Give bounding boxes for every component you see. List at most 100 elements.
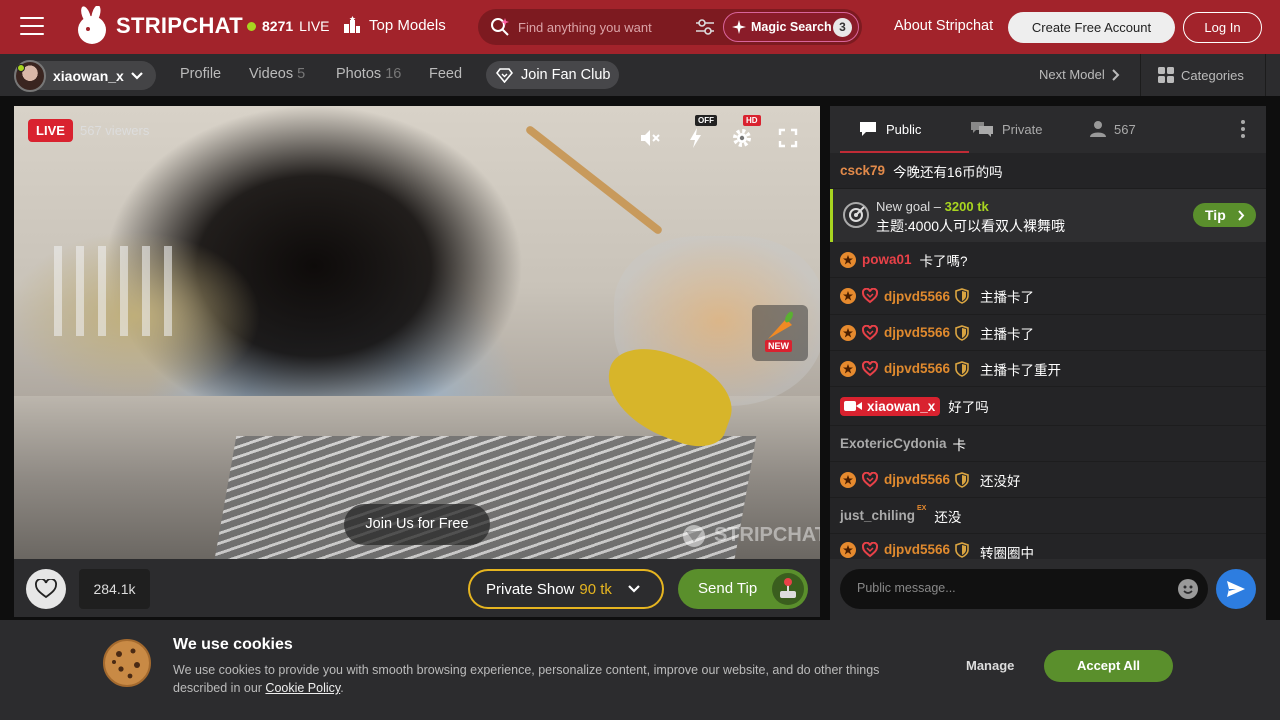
lightning-icon[interactable] (684, 126, 708, 150)
private-show-button[interactable]: Private Show 90 tk (468, 569, 664, 609)
chat-message: just_chiling EX 还没 (830, 498, 1266, 534)
chat-message: djpvd5566 还没好 (830, 462, 1266, 498)
live-badge: LIVE (28, 119, 73, 142)
video-player[interactable]: LIVE 567 viewers OFF HD NEW Join Us for … (14, 106, 820, 559)
chat-message: ExotericCydonia 卡 (830, 426, 1266, 462)
cookie-policy-link[interactable]: Cookie Policy (265, 681, 340, 695)
chat-tab-users[interactable]: 567 (1090, 120, 1136, 138)
next-model-button[interactable]: Next Model (1039, 67, 1120, 82)
tab-photos[interactable]: Photos 16 (336, 66, 401, 82)
camera-icon (844, 401, 862, 411)
create-account-button[interactable]: Create Free Account (1008, 12, 1175, 43)
chevron-right-icon (1238, 210, 1245, 221)
menu-icon[interactable] (20, 17, 44, 37)
live-count[interactable]: 8271 LIVE (247, 18, 330, 34)
chat-text: 今晚还有16币的吗 (893, 164, 1003, 180)
shield-icon (955, 324, 969, 341)
join-fan-club-button[interactable]: Join Fan Club (486, 61, 619, 89)
chat-username[interactable]: powa01 (862, 252, 912, 267)
private-show-label: Private Show (486, 580, 575, 598)
chevron-right-icon (1112, 68, 1120, 81)
heart-icon (35, 579, 57, 599)
goal-label: New goal – (876, 199, 942, 214)
top-models-label: Top Models (369, 16, 446, 34)
tab-videos-count: 5 (297, 66, 306, 82)
goal-tip-button[interactable]: Tip (1193, 203, 1256, 227)
chat-username[interactable]: djpvd5566 (884, 289, 950, 304)
accept-all-button[interactable]: Accept All (1044, 650, 1173, 682)
model-subnav: xiaowan_x Profile Videos 5 Photos 16 Fee… (0, 54, 1280, 96)
live-count-label: LIVE (299, 18, 330, 34)
top-models-link[interactable]: Top Models (343, 16, 446, 34)
cookie-banner: We use cookies We use cookies to provide… (0, 620, 1280, 720)
trophy-icon (344, 16, 360, 33)
chat-text: 好了吗 (948, 400, 989, 415)
chat-tab-private-label: Private (1002, 121, 1043, 137)
chat-username: xiaowan_x (867, 398, 936, 414)
send-tip-button[interactable]: Send Tip (678, 569, 808, 609)
search-input[interactable] (518, 19, 698, 35)
fan-heart-icon (862, 288, 878, 304)
tab-profile[interactable]: Profile (180, 66, 221, 82)
chat-tab-public[interactable]: Public (858, 120, 921, 138)
logo[interactable]: STRIPCHAT (72, 4, 243, 48)
chat-username[interactable]: djpvd5566 (884, 472, 950, 487)
model-dropdown[interactable]: xiaowan_x (14, 59, 156, 92)
about-link[interactable]: About Stripchat (894, 18, 993, 34)
sparkle-icon (732, 20, 746, 34)
more-options-icon[interactable] (1240, 120, 1246, 138)
join-for-free-button[interactable]: Join Us for Free (344, 504, 490, 545)
divider (1140, 54, 1141, 96)
target-icon (843, 202, 869, 228)
chat-username[interactable]: just_chiling (840, 508, 915, 523)
manage-cookies-button[interactable]: Manage (966, 658, 1014, 673)
lightning-off-tag: OFF (695, 115, 717, 126)
private-show-price: 90 tk (579, 580, 612, 598)
tab-videos[interactable]: Videos 5 (249, 66, 305, 82)
chat-tab-private[interactable]: Private (970, 120, 1042, 138)
chat-username[interactable]: ExotericCydonia (840, 436, 947, 451)
like-button[interactable] (26, 569, 66, 609)
new-toy-card[interactable]: NEW (752, 305, 808, 361)
emoji-icon[interactable] (1178, 579, 1198, 599)
star-badge-icon (840, 324, 856, 341)
divider (1265, 54, 1266, 96)
categories-button[interactable]: Categories (1158, 67, 1244, 83)
login-button[interactable]: Log In (1183, 12, 1262, 43)
settings-gear-icon[interactable] (730, 126, 754, 150)
tip-goal: New goal – 3200 tk 主题:4000人可以看双人裸舞哦 Tip (830, 189, 1266, 242)
chat-message-input[interactable] (857, 581, 1157, 595)
chat-username[interactable]: djpvd5566 (884, 361, 950, 376)
magic-search-button[interactable]: Magic Search 3 (723, 12, 859, 42)
chat-tabs: Public Private 567 (830, 106, 1266, 153)
video-scene (211, 436, 757, 559)
model-username-tag[interactable]: xiaowan_x (840, 396, 941, 416)
chat-username[interactable]: djpvd5566 (884, 325, 950, 340)
chat-input-bar (830, 559, 1266, 620)
chevron-down-icon[interactable] (627, 584, 641, 594)
tab-profile-label: Profile (180, 66, 222, 82)
tab-feed-label: Feed (429, 66, 463, 82)
online-dot-icon (17, 63, 25, 72)
tab-feed[interactable]: Feed (429, 66, 462, 82)
next-model-label: Next Model (1039, 67, 1105, 82)
send-arrow-icon (1227, 581, 1245, 597)
cookie-period: . (340, 681, 344, 695)
cookie-icon (103, 639, 151, 687)
search-bar: Magic Search 3 (478, 9, 862, 45)
fan-heart-icon (862, 324, 878, 340)
filter-icon[interactable] (695, 18, 715, 36)
chat-message: xiaowan_x 好了吗 (830, 387, 1266, 426)
star-badge-icon (840, 360, 856, 377)
chat-text: 卡 (952, 437, 967, 453)
chevron-down-icon (131, 71, 143, 80)
mute-icon[interactable] (638, 126, 662, 150)
viewer-count: 567 viewers (80, 123, 150, 138)
watermark-logo-icon (683, 525, 705, 547)
send-message-button[interactable] (1216, 569, 1256, 609)
chat-username[interactable]: csck79 (840, 163, 885, 178)
chat-username[interactable]: djpvd5566 (884, 542, 950, 557)
fullscreen-icon[interactable] (776, 126, 800, 150)
stripchat-watermark: STRIPCHAT (680, 522, 820, 548)
live-dot-icon (247, 21, 256, 31)
